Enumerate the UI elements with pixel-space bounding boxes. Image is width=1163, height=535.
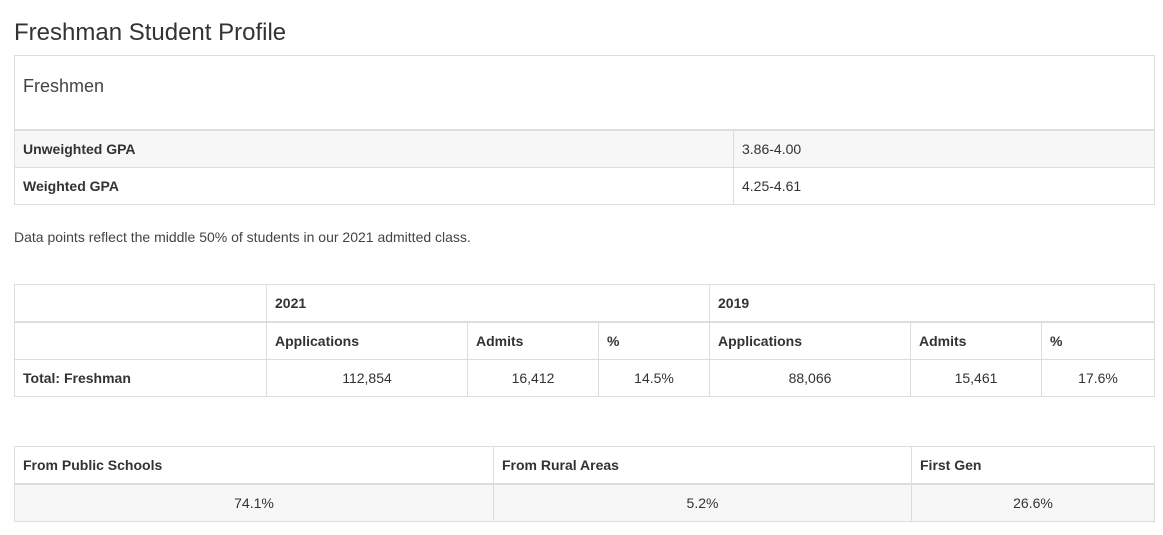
value-applications-2019: 88,066	[709, 359, 912, 397]
page: Freshman Student Profile Freshmen Unweig…	[0, 0, 1163, 535]
gpa-label-unweighted: Unweighted GPA	[14, 129, 734, 168]
value-public-schools: 74.1%	[14, 483, 494, 522]
table-row: Weighted GPA 4.25-4.61	[14, 166, 1155, 205]
table-row: Total: Freshman 112,854 16,412 14.5% 88,…	[14, 359, 1156, 397]
value-percent-2019: 17.6%	[1041, 359, 1156, 397]
table-row: From Public Schools From Rural Areas Fir…	[14, 446, 1155, 485]
demographics-table: From Public Schools From Rural Areas Fir…	[14, 446, 1155, 522]
gpa-table-caption: Freshmen	[14, 55, 1155, 131]
value-admits-2019: 15,461	[910, 359, 1043, 397]
value-admits-2021: 16,412	[467, 359, 599, 397]
col-header-applications-2019: Applications	[709, 321, 912, 360]
gpa-label-weighted: Weighted GPA	[14, 166, 734, 205]
value-first-gen: 26.6%	[911, 483, 1155, 522]
col-header-rural-areas: From Rural Areas	[493, 446, 912, 485]
col-header-first-gen: First Gen	[911, 446, 1155, 485]
col-header-public-schools: From Public Schools	[14, 446, 494, 485]
value-applications-2021: 112,854	[266, 359, 468, 397]
table-row: 74.1% 5.2% 26.6%	[14, 483, 1155, 522]
col-header-admits-2021: Admits	[467, 321, 599, 360]
row-label-total-freshman: Total: Freshman	[14, 359, 267, 397]
value-rural-areas: 5.2%	[493, 483, 912, 522]
col-header-admits-2019: Admits	[910, 321, 1043, 360]
value-percent-2021: 14.5%	[597, 359, 711, 397]
table-row: Unweighted GPA 3.86-4.00	[14, 129, 1155, 168]
page-title: Freshman Student Profile	[14, 19, 287, 46]
gpa-value-unweighted: 3.86-4.00	[733, 129, 1155, 168]
data-note: Data points reflect the middle 50% of st…	[14, 229, 471, 245]
year-header-2021: 2021	[265, 284, 711, 323]
col-header-percent-2021: %	[597, 321, 711, 360]
year-header-2019: 2019	[709, 284, 1156, 323]
gpa-table: Freshmen Unweighted GPA 3.86-4.00 Weight…	[14, 55, 1155, 205]
gpa-value-weighted: 4.25-4.61	[733, 166, 1155, 205]
empty-header-cell	[14, 284, 267, 323]
col-header-applications-2021: Applications	[266, 321, 468, 360]
col-header-percent-2019: %	[1041, 321, 1156, 360]
empty-header-cell	[14, 321, 267, 360]
applications-table: 2021 2019 Applications Admits % Applicat…	[14, 284, 1156, 397]
table-row: 2021 2019	[14, 284, 1156, 323]
table-row: Applications Admits % Applications Admit…	[14, 321, 1156, 360]
